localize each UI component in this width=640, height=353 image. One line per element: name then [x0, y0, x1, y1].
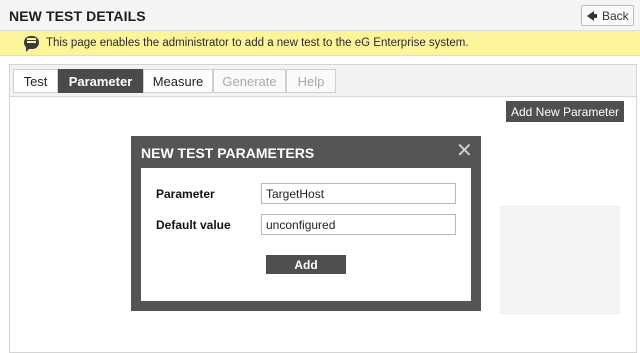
tab-measure[interactable]: Measure	[143, 69, 213, 93]
tab-bar: Test Parameter Measure Generate Help	[10, 65, 636, 97]
info-banner: This page enables the administrator to a…	[0, 31, 640, 56]
back-button-label: Back	[602, 8, 629, 23]
dialog-title: NEW TEST PARAMETERS	[141, 145, 315, 161]
dialog-header: NEW TEST PARAMETERS ✕	[131, 136, 481, 168]
info-message: This page enables the administrator to a…	[46, 37, 469, 49]
tab-test[interactable]: Test	[13, 69, 58, 93]
tab-parameter[interactable]: Parameter	[58, 69, 143, 93]
add-button[interactable]: Add	[266, 255, 346, 274]
parameter-label: Parameter	[156, 187, 215, 201]
add-new-parameter-button[interactable]: Add New Parameter	[506, 101, 624, 122]
tab-help: Help	[286, 69, 336, 93]
chat-bubble-icon	[24, 36, 39, 52]
dialog-body: Parameter Default value Add	[141, 168, 471, 301]
back-button[interactable]: Back	[581, 5, 634, 26]
background-panel	[500, 205, 620, 315]
back-arrow-icon	[587, 10, 597, 21]
page-header: NEW TEST DETAILS Back	[0, 0, 640, 31]
tab-generate: Generate	[213, 69, 286, 93]
default-value-input[interactable]	[261, 214, 456, 235]
default-value-label: Default value	[156, 218, 231, 232]
new-test-parameters-dialog: NEW TEST PARAMETERS ✕ Parameter Default …	[131, 136, 481, 311]
parameter-input[interactable]	[261, 183, 456, 204]
close-icon[interactable]: ✕	[456, 141, 473, 161]
page-title: NEW TEST DETAILS	[9, 8, 146, 24]
